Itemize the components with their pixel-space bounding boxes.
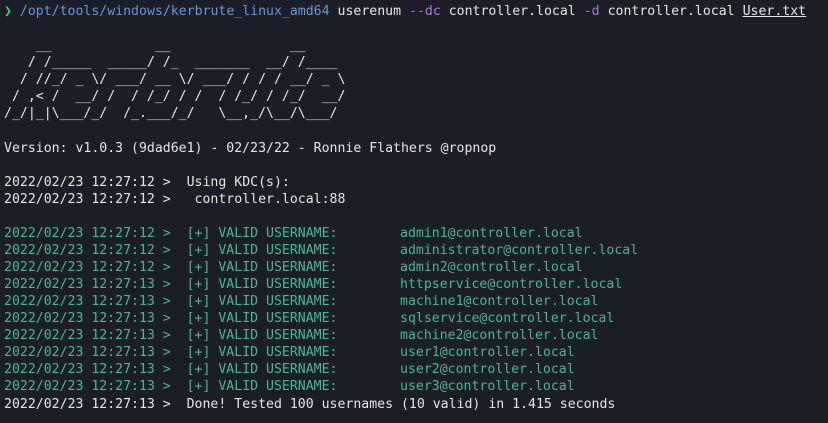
result-username: administrator@controller.local bbox=[400, 243, 639, 258]
result-username: user3@controller.local bbox=[400, 379, 575, 394]
timestamp: 2022/02/23 12:27:13 > bbox=[4, 379, 171, 394]
result-label: [+] VALID USERNAME: bbox=[170, 294, 338, 309]
result-username: admin1@controller.local bbox=[400, 226, 583, 241]
timestamp: 2022/02/23 12:27:13 > bbox=[4, 277, 171, 292]
command-line: ❯ /opt/tools/windows/kerbrute_linux_amd6… bbox=[4, 3, 806, 20]
done-message: Done! Tested 100 usernames (10 valid) in… bbox=[170, 397, 616, 412]
done-line: 2022/02/23 12:27:13 > Done! Tested 100 u… bbox=[4, 396, 615, 413]
timestamp: 2022/02/23 12:27:13 > bbox=[4, 362, 171, 377]
result-line: 2022/02/23 12:27:12 > [+] VALID USERNAME… bbox=[4, 242, 824, 259]
timestamp: 2022/02/23 12:27:13 > bbox=[4, 345, 171, 360]
command-userlist-file[interactable]: User.txt bbox=[743, 4, 807, 19]
result-line: 2022/02/23 12:27:12 > [+] VALID USERNAME… bbox=[4, 259, 824, 276]
command-flag-d: -d bbox=[583, 4, 600, 19]
timestamp: 2022/02/23 12:27:13 > bbox=[4, 294, 171, 309]
result-username: httpservice@controller.local bbox=[400, 277, 623, 292]
result-username: user1@controller.local bbox=[400, 345, 575, 360]
timestamp: 2022/02/23 12:27:13 > bbox=[4, 328, 171, 343]
kdc-label: Using KDC(s): bbox=[170, 175, 290, 190]
timestamp: 2022/02/23 12:27:12 > bbox=[4, 260, 171, 275]
timestamp: 2022/02/23 12:27:12 > bbox=[4, 243, 171, 258]
result-label: [+] VALID USERNAME: bbox=[170, 226, 338, 241]
command-path: /opt/tools/windows/kerbrute_linux_amd64 bbox=[19, 4, 330, 19]
result-label: [+] VALID USERNAME: bbox=[170, 328, 338, 343]
version-line: Version: v1.0.3 (9dad6e1) - 02/23/22 - R… bbox=[4, 141, 497, 156]
timestamp: 2022/02/23 12:27:12 > bbox=[4, 226, 171, 241]
result-line: 2022/02/23 12:27:13 > [+] VALID USERNAME… bbox=[4, 378, 824, 395]
result-line: 2022/02/23 12:27:13 > [+] VALID USERNAME… bbox=[4, 344, 824, 361]
command-domain-value: controller.local bbox=[607, 4, 735, 19]
timestamp: 2022/02/23 12:27:12 > bbox=[4, 175, 171, 190]
result-line: 2022/02/23 12:27:13 > [+] VALID USERNAME… bbox=[4, 276, 824, 293]
result-label: [+] VALID USERNAME: bbox=[170, 379, 338, 394]
result-label: [+] VALID USERNAME: bbox=[170, 311, 338, 326]
result-username: machine2@controller.local bbox=[400, 328, 599, 343]
timestamp: 2022/02/23 12:27:12 > bbox=[4, 192, 171, 207]
banner-line: / //_/ _ \/ ___/ __ \/ ___/ / / / __/ _ … bbox=[4, 72, 346, 87]
result-label: [+] VALID USERNAME: bbox=[170, 243, 338, 258]
command-subcommand: userenum bbox=[337, 4, 402, 19]
result-line: 2022/02/23 12:27:12 > [+] VALID USERNAME… bbox=[4, 225, 824, 242]
command-dc-value: controller.local bbox=[448, 4, 576, 19]
timestamp: 2022/02/23 12:27:13 > bbox=[4, 397, 171, 412]
prompt-arrow-icon: ❯ bbox=[4, 4, 12, 19]
result-username: sqlservice@controller.local bbox=[400, 311, 615, 326]
kdc-line: 2022/02/23 12:27:12 > Using KDC(s): bbox=[4, 174, 290, 191]
result-line: 2022/02/23 12:27:13 > [+] VALID USERNAME… bbox=[4, 361, 824, 378]
timestamp: 2022/02/23 12:27:13 > bbox=[4, 311, 171, 326]
command-flag-dc: --dc bbox=[409, 4, 441, 19]
result-label: [+] VALID USERNAME: bbox=[170, 345, 338, 360]
result-line: 2022/02/23 12:27:13 > [+] VALID USERNAME… bbox=[4, 310, 824, 327]
banner-line: /_/|_|\___/_/ /_.___/_/ \__,_/\__/\___/ bbox=[4, 106, 346, 121]
result-label: [+] VALID USERNAME: bbox=[170, 362, 338, 377]
banner-line: __ __ __ bbox=[4, 38, 346, 53]
kdc-host: controller.local:88 bbox=[170, 192, 346, 207]
result-line: 2022/02/23 12:27:13 > [+] VALID USERNAME… bbox=[4, 327, 824, 344]
banner-line: / /_____ _____/ /_ _______ __/ /____ bbox=[4, 55, 346, 70]
result-username: admin2@controller.local bbox=[400, 260, 583, 275]
terminal-window[interactable]: ❯ /opt/tools/windows/kerbrute_linux_amd6… bbox=[0, 0, 828, 423]
result-line: 2022/02/23 12:27:13 > [+] VALID USERNAME… bbox=[4, 293, 824, 310]
kdc-line: 2022/02/23 12:27:12 > controller.local:8… bbox=[4, 191, 345, 208]
result-username: machine1@controller.local bbox=[400, 294, 599, 309]
result-label: [+] VALID USERNAME: bbox=[170, 277, 338, 292]
banner-line: / ,< / __/ / / /_/ / / / /_/ / /_/ __/ bbox=[4, 89, 346, 104]
result-label: [+] VALID USERNAME: bbox=[170, 260, 338, 275]
result-username: user2@controller.local bbox=[400, 362, 575, 377]
